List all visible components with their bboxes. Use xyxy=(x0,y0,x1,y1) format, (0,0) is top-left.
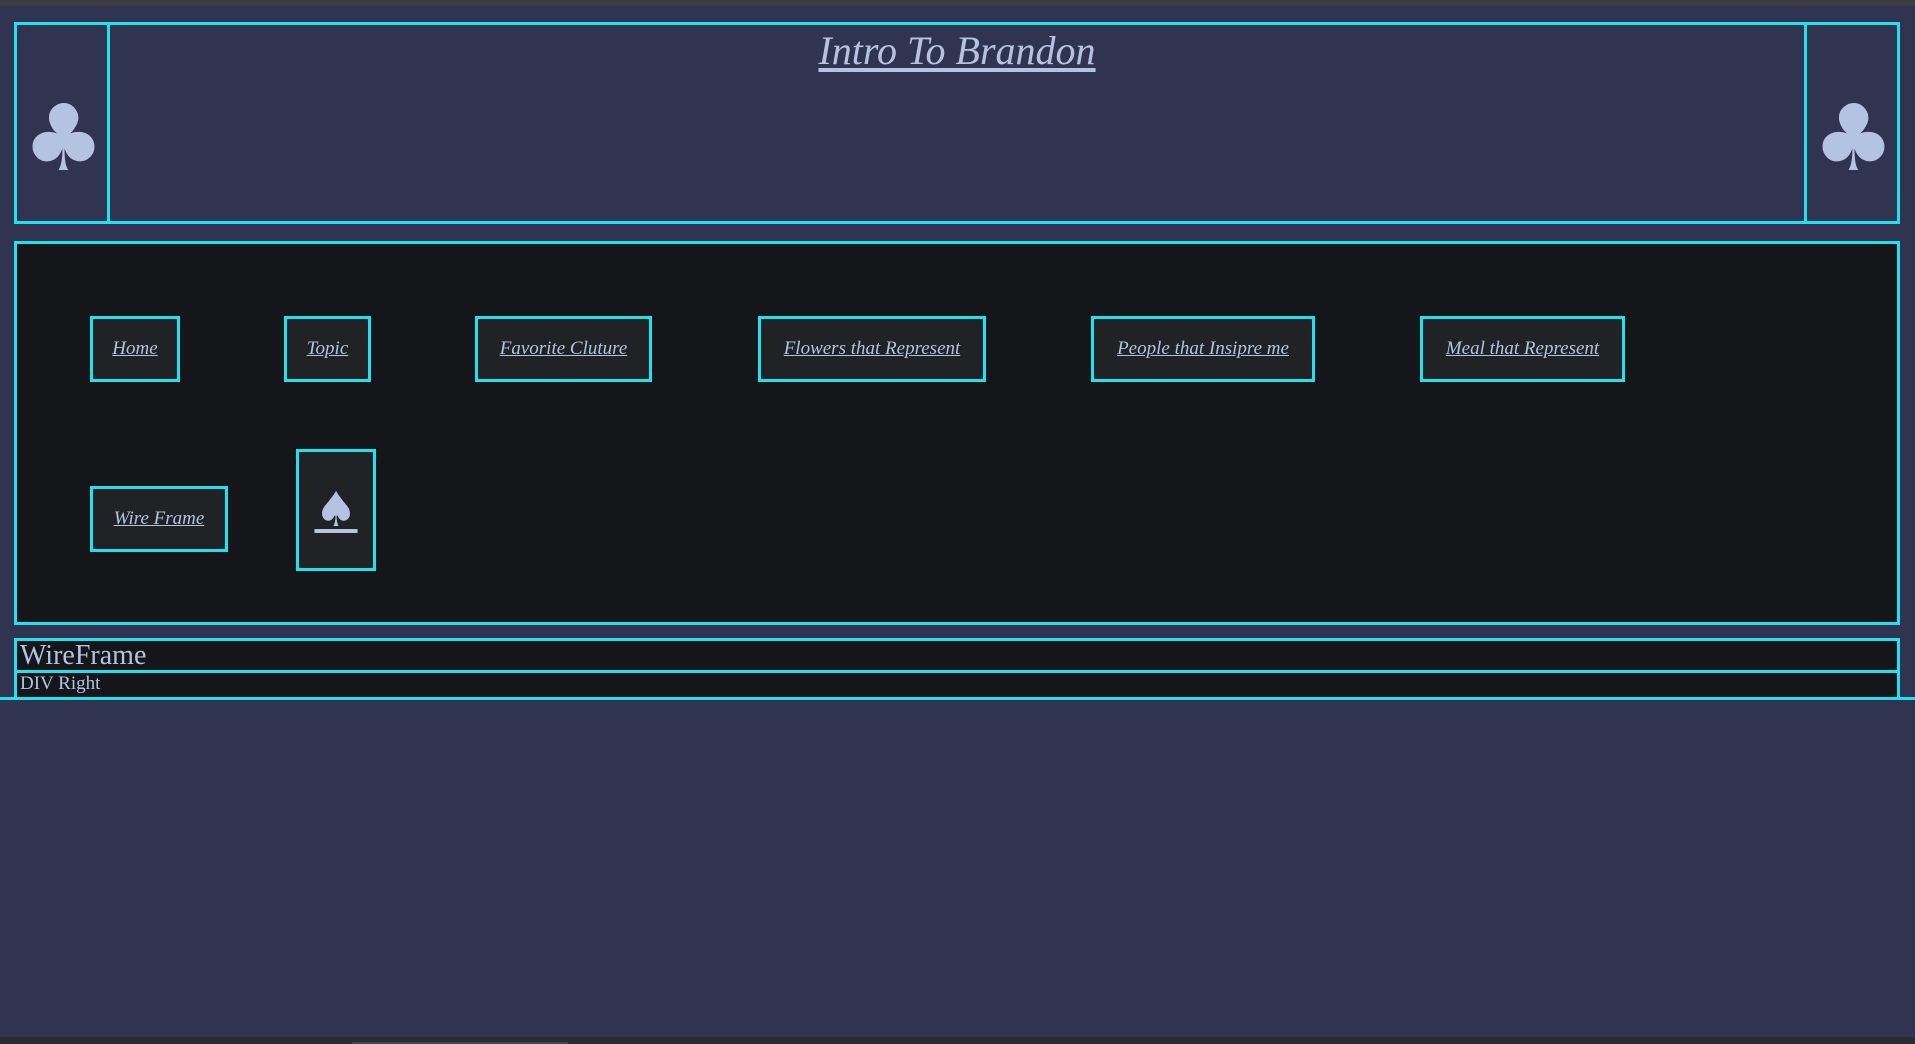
spade-card[interactable]: ♠ xyxy=(296,449,376,571)
nav-people-link[interactable]: People that Insipre me xyxy=(1091,316,1315,382)
page-title-link[interactable]: Intro To Brandon xyxy=(110,25,1804,77)
club-icon: ♣ xyxy=(1812,85,1895,192)
window-bottom-strip xyxy=(0,1037,1915,1044)
header-right-box: ♣ xyxy=(1804,25,1897,221)
divider-line xyxy=(0,697,1915,700)
nav-favorite-culture-link[interactable]: Favorite Cluture xyxy=(475,316,652,382)
nav-panel: Home Topic Favorite Cluture Flowers that… xyxy=(14,241,1900,625)
nav-flowers-link[interactable]: Flowers that Represent xyxy=(758,316,986,382)
nav-wireframe-link[interactable]: Wire Frame xyxy=(90,486,228,552)
window-top-strip xyxy=(0,0,1915,6)
div-right: DIV Right xyxy=(14,670,1900,698)
nav-topic-link[interactable]: Topic xyxy=(284,316,371,382)
page-header: ♣ Intro To Brandon ♣ xyxy=(14,22,1900,224)
club-icon: ♣ xyxy=(22,85,105,192)
spade-icon: ♠ xyxy=(314,482,358,538)
header-left-box: ♣ xyxy=(17,25,110,221)
nav-home-link[interactable]: Home xyxy=(90,316,180,382)
nav-meal-link[interactable]: Meal that Represent xyxy=(1420,316,1625,382)
wireframe-heading: WireFrame xyxy=(14,638,1900,673)
